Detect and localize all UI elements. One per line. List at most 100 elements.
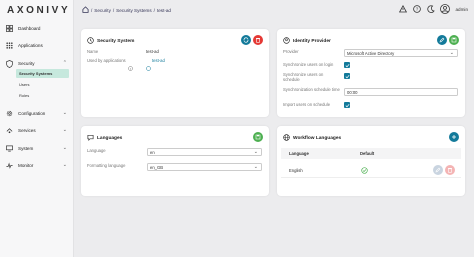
used-by-label: Used by applications bbox=[87, 58, 126, 63]
save-icon bbox=[451, 37, 457, 43]
sidebar-item-configuration[interactable]: Configuration ⌄ bbox=[0, 108, 74, 119]
formatting-language-value: en_GB bbox=[150, 164, 164, 170]
services-icon bbox=[5, 127, 13, 135]
card-header: Identity Provider bbox=[283, 37, 331, 46]
sidebar: AXONIVY Dashboard Applications Security … bbox=[0, 0, 74, 257]
pencil-icon bbox=[439, 37, 445, 43]
breadcrumb-security-systems[interactable]: Security Systems bbox=[116, 8, 151, 13]
card-title: Languages bbox=[97, 136, 123, 141]
card-title: Identity Provider bbox=[293, 39, 331, 44]
sidebar-item-label: Users bbox=[19, 82, 30, 87]
edit-button[interactable] bbox=[437, 35, 447, 45]
sidebar-item-label: Applications bbox=[18, 43, 43, 48]
add-language-button[interactable] bbox=[449, 132, 459, 142]
sidebar-item-roles[interactable]: Roles bbox=[16, 91, 69, 100]
trash-icon bbox=[448, 167, 452, 173]
sidebar-item-label: Roles bbox=[19, 93, 30, 98]
name-value: test-ad bbox=[146, 49, 159, 54]
languages-card: Languages Language en ⌄ Formatting langu… bbox=[81, 126, 269, 196]
security-clock-icon bbox=[87, 37, 94, 46]
identity-icon bbox=[283, 37, 290, 46]
svg-text:?: ? bbox=[416, 7, 419, 12]
card-title: Security System bbox=[97, 39, 135, 44]
language-icon bbox=[87, 134, 94, 143]
chevron-down-icon: ⌄ bbox=[62, 110, 67, 116]
language-select[interactable]: en ⌄ bbox=[147, 148, 262, 156]
breadcrumb-current: test-ad bbox=[156, 7, 171, 13]
apps-grid-icon bbox=[5, 42, 13, 50]
sync-schedule-label: Synchronize users on schedule bbox=[283, 72, 324, 82]
card-title: Workflow Languages bbox=[293, 136, 342, 141]
delete-button[interactable] bbox=[253, 35, 263, 45]
dashboard-icon bbox=[5, 25, 13, 33]
chevron-down-icon: ⌄ bbox=[253, 164, 258, 170]
sidebar-item-dashboard[interactable]: Dashboard bbox=[0, 23, 74, 34]
language-label: Language bbox=[87, 148, 106, 153]
sidebar-item-security[interactable]: Security ⌃ bbox=[0, 58, 74, 69]
sidebar-item-applications[interactable]: Applications bbox=[0, 40, 74, 51]
sidebar-item-label: System bbox=[18, 146, 34, 151]
sync-schedule-checkbox[interactable] bbox=[344, 73, 350, 79]
check-icon bbox=[345, 103, 349, 107]
user-name[interactable]: admin bbox=[455, 7, 468, 12]
formatting-language-label: Formatting language bbox=[87, 163, 126, 168]
import-checkbox[interactable] bbox=[344, 102, 350, 108]
gear-icon bbox=[5, 110, 13, 118]
top-bar: / Security / Security Systems / test-ad … bbox=[74, 0, 474, 22]
language-name: English bbox=[289, 168, 303, 173]
chevron-down-icon: ⌄ bbox=[62, 127, 67, 133]
identity-provider-card: Identity Provider Provider Microsoft Act… bbox=[277, 29, 465, 117]
chevron-up-icon: ⌃ bbox=[62, 60, 67, 66]
breadcrumb: / Security / Security Systems / test-ad bbox=[82, 6, 171, 14]
schedule-time-input[interactable]: 00:00 bbox=[344, 88, 458, 96]
provider-select[interactable]: Microsoft Active Directory ⌄ bbox=[344, 49, 458, 57]
column-header-language: Language bbox=[289, 151, 309, 156]
check-icon bbox=[345, 74, 349, 78]
monitor-icon bbox=[5, 162, 13, 170]
sidebar-item-label: Security bbox=[18, 61, 35, 66]
sidebar-item-label: Configuration bbox=[18, 111, 46, 116]
sync-login-checkbox[interactable] bbox=[344, 62, 350, 68]
sidebar-item-label: Security Systems bbox=[19, 71, 53, 76]
help-icon[interactable]: ? bbox=[412, 5, 421, 14]
sidebar-item-system[interactable]: System ⌄ bbox=[0, 143, 74, 154]
table-header: Language Default bbox=[281, 148, 461, 159]
top-actions: ? admin bbox=[398, 4, 468, 14]
home-icon[interactable] bbox=[82, 6, 89, 14]
chevron-down-icon: ⌄ bbox=[62, 162, 67, 168]
used-by-app-link[interactable]: test-ad bbox=[152, 58, 165, 63]
dark-mode-icon[interactable] bbox=[426, 5, 435, 14]
shield-icon bbox=[5, 59, 13, 68]
warning-icon[interactable] bbox=[398, 5, 407, 14]
sidebar-item-services[interactable]: Services ⌄ bbox=[0, 125, 74, 136]
card-header: Security System bbox=[87, 37, 134, 46]
sidebar-item-label: Monitor bbox=[18, 163, 34, 168]
check-icon bbox=[345, 63, 349, 67]
save-button[interactable] bbox=[449, 35, 459, 45]
sync-login-label: Synchronize users on login bbox=[283, 62, 334, 67]
breadcrumb-sep: / bbox=[91, 7, 93, 13]
formatting-language-select[interactable]: en_GB ⌄ bbox=[147, 163, 262, 171]
import-label: Import users on schedule bbox=[283, 102, 331, 107]
schedule-time-value: 00:00 bbox=[347, 89, 358, 95]
sync-button[interactable] bbox=[241, 35, 251, 45]
trash-icon bbox=[256, 37, 260, 43]
edit-row-button[interactable] bbox=[433, 165, 443, 175]
breadcrumb-security[interactable]: Security bbox=[94, 8, 111, 13]
system-icon bbox=[5, 145, 13, 153]
name-label: Name bbox=[87, 49, 99, 54]
column-header-default: Default bbox=[360, 151, 375, 156]
save-languages-button[interactable] bbox=[253, 132, 263, 142]
avatar-icon[interactable] bbox=[440, 4, 451, 14]
sidebar-item-users[interactable]: Users bbox=[16, 80, 69, 89]
sidebar-item-security-systems[interactable]: Security Systems bbox=[16, 69, 69, 78]
default-check-icon[interactable] bbox=[361, 167, 368, 175]
provider-label: Provider bbox=[283, 49, 299, 54]
sidebar-item-monitor[interactable]: Monitor ⌄ bbox=[0, 160, 74, 171]
app-link-icon bbox=[146, 58, 151, 76]
delete-row-button[interactable] bbox=[445, 165, 455, 175]
breadcrumb-sep: / bbox=[112, 7, 115, 13]
table-row: English bbox=[281, 163, 461, 178]
app-logo[interactable]: AXONIVY bbox=[7, 5, 70, 16]
card-header: Languages bbox=[87, 134, 122, 143]
